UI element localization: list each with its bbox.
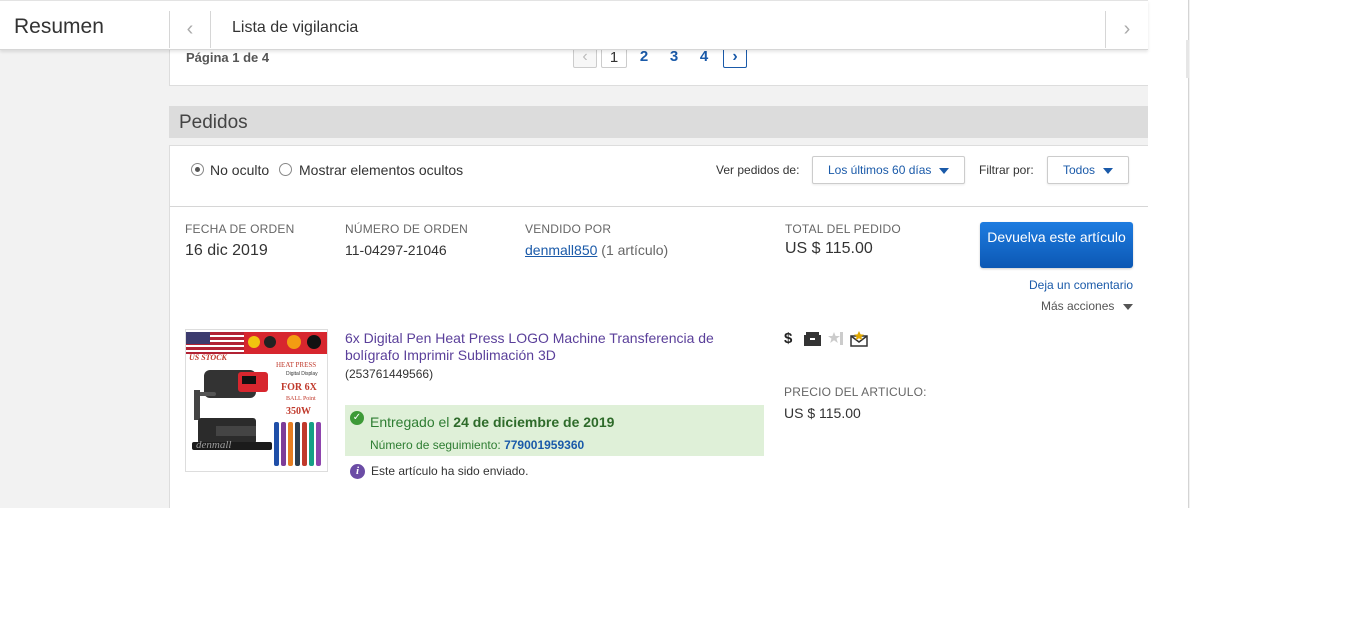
right-gutter: [1148, 0, 1188, 508]
item-thumbnail[interactable]: US STOCK denmall HEAT PRESS Digital Disp…: [185, 329, 328, 472]
thumb-heat-press-text: HEAT PRESS: [276, 361, 316, 369]
app-background: Resumen ‹ Lista de vigilancia › Página 1…: [0, 0, 1190, 508]
tracking-number-link[interactable]: 779001959360: [504, 438, 584, 452]
order-total-label: TOTAL DEL PEDIDO: [785, 222, 901, 236]
orders-section-header: Pedidos: [169, 106, 1150, 138]
summary-title[interactable]: Resumen: [14, 15, 104, 39]
view-orders-label: Ver pedidos de:: [716, 163, 800, 177]
radio-not-hidden[interactable]: [191, 163, 204, 176]
feedback-envelope-icon: [850, 331, 868, 347]
thumb-watts-text: 350W: [286, 406, 311, 417]
thumb-digital-display-text: Digital Display: [286, 371, 318, 377]
watchlist-tab[interactable]: Lista de vigilancia: [232, 19, 358, 37]
divider: [170, 206, 1151, 207]
order-date-value: 16 dic 2019: [185, 242, 268, 259]
order-number-value: 11-04297-21046: [345, 242, 447, 258]
item-title-link[interactable]: 6x Digital Pen Heat Press LOGO Machine T…: [345, 330, 755, 364]
package-icon: [804, 332, 821, 346]
info-icon: i: [350, 464, 365, 479]
view-orders-value: Los últimos 60 días: [828, 163, 932, 177]
heat-press-product-image: US STOCK denmall HEAT PRESS Digital Disp…: [186, 330, 327, 471]
return-item-button[interactable]: Devuelva este artículo: [980, 222, 1133, 268]
thumb-for-6x-text: FOR 6X: [281, 382, 318, 393]
sold-by-label: VENDIDO POR: [525, 222, 612, 236]
tracking-label: Número de seguimiento:: [370, 438, 501, 452]
dollar-icon: $: [784, 330, 793, 347]
more-actions-menu[interactable]: Más acciones: [1041, 299, 1114, 313]
filter-by-dropdown[interactable]: Todos: [1047, 156, 1129, 184]
carousel-next-button[interactable]: ›: [1105, 11, 1148, 48]
page-indicator: Página 1 de 4: [186, 50, 270, 65]
top-navigation-bar: Resumen ‹ Lista de vigilancia ›: [0, 0, 1148, 50]
thumb-ball-point-text: BALL Point: [286, 396, 316, 402]
delivery-status-box: ✓ Entregado el 24 de diciembre de 2019 N…: [345, 405, 764, 456]
item-price-value: US $ 115.00: [784, 405, 861, 421]
radio-show-hidden-label[interactable]: Mostrar elementos ocultos: [299, 162, 463, 178]
shipped-note: Este artículo ha sido enviado.: [371, 464, 529, 478]
star-icon: [828, 332, 843, 345]
delivery-date: 24 de diciembre de 2019: [453, 414, 615, 430]
delivery-status-prefix: Entregado el: [370, 414, 450, 430]
chevron-down-icon: [939, 168, 949, 174]
item-id: (253761449566): [345, 367, 434, 381]
scrollbar[interactable]: [1186, 40, 1189, 78]
view-orders-dropdown[interactable]: Los últimos 60 días: [812, 156, 965, 184]
carousel-prev-button[interactable]: ‹: [170, 11, 211, 48]
seller-link[interactable]: denmall850: [525, 242, 597, 258]
radio-not-hidden-label[interactable]: No oculto: [210, 162, 269, 178]
thumb-us-stock-text: US STOCK: [189, 353, 228, 362]
order-number-label: NÚMERO DE ORDEN: [345, 222, 469, 236]
delivery-status-text: Entregado el 24 de diciembre de 2019: [370, 414, 614, 430]
seller-item-count: (1 artículo): [601, 242, 669, 258]
pagination-panel: Página 1 de 4 ‹ 1 2 3 4 ›: [169, 46, 1152, 86]
item-price-label: PRECIO DEL ARTICULO:: [784, 385, 927, 399]
check-circle-icon: ✓: [350, 411, 364, 425]
radio-show-hidden[interactable]: [279, 163, 292, 176]
chevron-down-icon: [1103, 168, 1113, 174]
order-total-value: US $ 115.00: [785, 240, 873, 257]
filter-by-label: Filtrar por:: [979, 163, 1034, 177]
chevron-down-icon[interactable]: [1123, 304, 1133, 310]
tracking-row: Número de seguimiento: 779001959360: [370, 438, 584, 452]
thumb-watermark-text: denmall: [196, 439, 231, 451]
leave-feedback-link[interactable]: Deja un comentario: [1029, 278, 1133, 292]
orders-section-title: Pedidos: [179, 112, 248, 133]
sold-by-value: denmall850 (1 artículo): [525, 242, 668, 258]
order-date-label: FECHA DE ORDEN: [185, 222, 295, 236]
filter-by-value: Todos: [1063, 163, 1096, 177]
orders-panel: No oculto Mostrar elementos ocultos Ver …: [169, 145, 1152, 508]
